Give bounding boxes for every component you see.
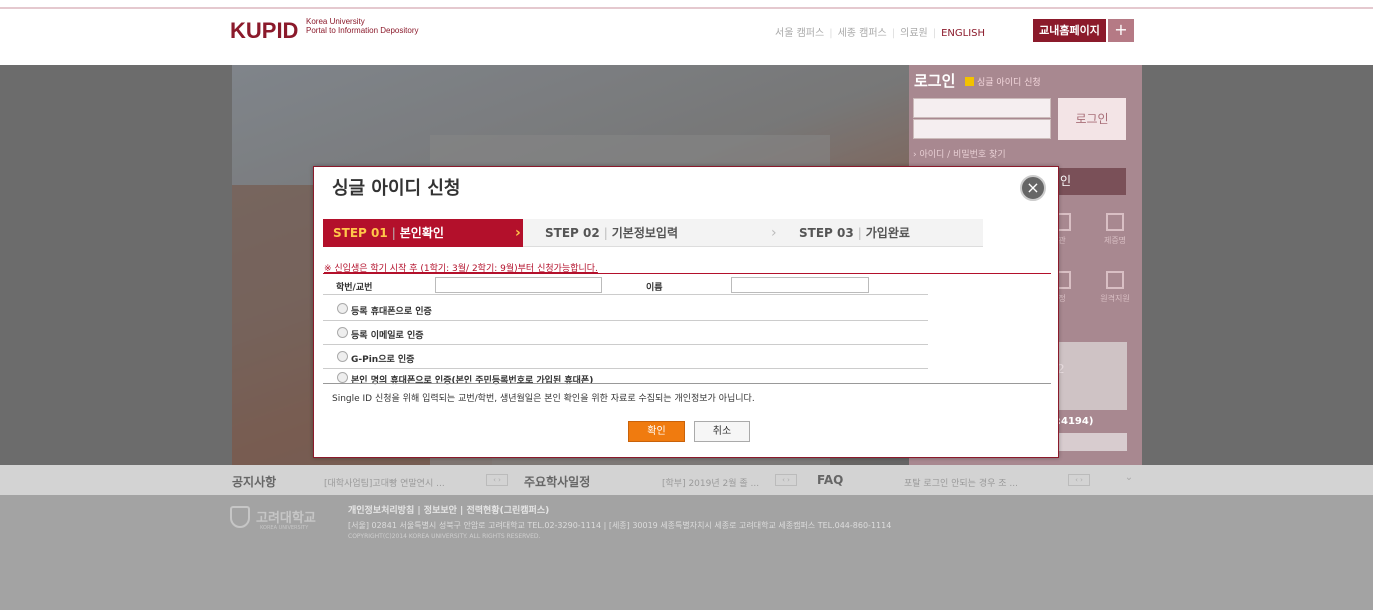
quick-icon-certificate[interactable]: 제증명 bbox=[1095, 213, 1135, 246]
option-gpin-auth-label: G-Pin으로 인증 bbox=[351, 355, 415, 365]
student-id-input[interactable] bbox=[435, 277, 602, 293]
cancel-button[interactable]: 취소 bbox=[694, 421, 750, 442]
panel-action-button[interactable]: 인 bbox=[1050, 168, 1126, 195]
option-email-auth-label: 등록 이메일로 인증 bbox=[351, 331, 424, 341]
privacy-info: Single ID 신청을 위해 입력되는 교번/학번, 생년월일은 본인 확인… bbox=[332, 394, 755, 404]
plus-button[interactable]: + bbox=[1108, 19, 1134, 42]
kupid-logo[interactable]: KUPID bbox=[230, 18, 298, 44]
university-shield-icon bbox=[230, 506, 250, 528]
name-input[interactable] bbox=[731, 277, 869, 293]
modal-title: 싱글 아이디 신청 bbox=[332, 178, 461, 199]
monitor-icon bbox=[1106, 271, 1124, 289]
quick-icon-remote-support[interactable]: 원격지원 bbox=[1095, 271, 1135, 304]
step-arrow-icon: › bbox=[771, 225, 777, 241]
footer-logo-sub: KOREA UNIVERSITY bbox=[260, 525, 309, 531]
login-id-input[interactable] bbox=[913, 98, 1051, 118]
option-own-phone-auth-label: 본인 명의 휴대폰으로 인증(본인 주민등록번호로 가입된 휴대폰) bbox=[351, 376, 594, 386]
close-icon[interactable]: × bbox=[1020, 175, 1046, 201]
footer-copyright: COPYRIGHT(C)2014 KOREA UNIVERSITY. ALL R… bbox=[348, 533, 541, 540]
faq-title[interactable]: FAQ bbox=[817, 473, 843, 487]
radio-own-phone-auth[interactable] bbox=[337, 372, 348, 383]
find-id-password-link[interactable]: › 아이디 / 비밀번호 찾기 bbox=[913, 147, 1006, 160]
option-phone-auth-label: 등록 휴대폰으로 인증 bbox=[351, 307, 432, 317]
faq-text[interactable]: 포탈 로그인 안되는 경우 조 ... bbox=[904, 476, 1018, 489]
step-indicator: STEP 01 | 본인확인 › STEP 02 | 기본정보입력 › STEP 03 |… bbox=[323, 219, 983, 247]
confirm-button[interactable]: 확인 bbox=[628, 421, 685, 442]
step-3-label: 가입완료 bbox=[865, 226, 910, 240]
step-1-label: 본인확인 bbox=[399, 226, 444, 240]
step-2: STEP 02 | 기본정보입력 bbox=[545, 226, 678, 240]
option-own-phone-auth[interactable]: 본인 명의 휴대폰으로 인증(본인 주민등록번호로 가입된 휴대폰) bbox=[323, 369, 928, 393]
option-email-auth[interactable]: 등록 이메일로 인증 bbox=[323, 321, 928, 345]
login-password-input[interactable] bbox=[913, 119, 1051, 139]
footer bbox=[0, 495, 1373, 610]
name-label: 이름 bbox=[646, 283, 663, 293]
nav-medical-center[interactable]: 의료원 bbox=[900, 28, 928, 39]
quick-menu-icons: 관 제증명 정 원격지원 bbox=[1047, 213, 1137, 313]
form-top-divider bbox=[323, 273, 1051, 274]
header bbox=[0, 9, 1373, 65]
single-id-icon bbox=[965, 77, 974, 86]
panel-info-box bbox=[1047, 342, 1127, 410]
single-id-link[interactable]: 싱글 아이디 신청 bbox=[965, 75, 1041, 88]
nav-sejong-campus[interactable]: 세종 캠퍼스 bbox=[838, 28, 887, 39]
single-id-link-label: 싱글 아이디 신청 bbox=[977, 78, 1041, 88]
logo-subtitle-line1: Korea University bbox=[306, 17, 365, 26]
nav-english[interactable]: ENGLISH bbox=[941, 28, 985, 39]
quick-icon-remote-support-label: 원격지원 bbox=[1100, 294, 1130, 303]
login-title: 로그인 bbox=[914, 72, 956, 90]
logo-subtitle: Korea University Portal to Information D… bbox=[306, 17, 419, 35]
panel-phone: :4194) bbox=[1057, 416, 1094, 427]
quick-icon-1-label: 관 bbox=[1058, 236, 1066, 245]
option-phone-auth[interactable]: 등록 휴대폰으로 인증 bbox=[323, 297, 928, 321]
login-button[interactable]: 로그인 bbox=[1058, 98, 1126, 140]
footer-links[interactable]: 개인정보처리방침 | 정보보안 | 전력현황(그린캠퍼스) bbox=[348, 503, 549, 516]
chevron-down-icon[interactable]: ⌄ bbox=[1118, 472, 1140, 488]
radio-email-auth[interactable] bbox=[337, 327, 348, 338]
step-arrow-icon: › bbox=[515, 225, 521, 241]
quick-icon-3-label: 정 bbox=[1058, 294, 1066, 303]
top-nav: 서울 캠퍼스 | 세종 캠퍼스 | 의료원 | ENGLISH bbox=[775, 28, 986, 39]
quick-icon-certificate-label: 제증명 bbox=[1103, 236, 1127, 245]
intranet-homepage-button[interactable]: 교내홈페이지 bbox=[1033, 19, 1106, 42]
form-bottom-divider bbox=[323, 383, 1051, 384]
printer-icon bbox=[1106, 213, 1124, 231]
schedule-title[interactable]: 주요학사일정 bbox=[524, 473, 590, 490]
single-id-modal: 싱글 아이디 신청 × STEP 01 | 본인확인 › STEP 02 | 기본정보입… bbox=[313, 166, 1059, 458]
step-1: STEP 01 | 본인확인 bbox=[323, 219, 523, 247]
faq-arrows[interactable]: ‹ › bbox=[1068, 474, 1090, 486]
step-1-num: STEP 01 bbox=[333, 226, 388, 240]
footer-logo: 고려대학교 bbox=[256, 511, 316, 526]
radio-phone-auth[interactable] bbox=[337, 303, 348, 314]
step-3: STEP 03 | 가입완료 bbox=[799, 226, 910, 240]
logo-subtitle-line2: Portal to Information Depository bbox=[306, 26, 419, 35]
footer-address: [서울] 02841 서울특별시 성북구 안암로 고려대학교 TEL.02-32… bbox=[348, 521, 892, 530]
step-2-num: STEP 02 bbox=[545, 226, 600, 240]
step-2-label: 기본정보입력 bbox=[611, 226, 678, 240]
student-id-label: 학번/교번 bbox=[336, 283, 373, 293]
radio-gpin-auth[interactable] bbox=[337, 351, 348, 362]
schedule-text[interactable]: [학부] 2019년 2월 졸 ... bbox=[662, 476, 759, 489]
option-gpin-auth[interactable]: G-Pin으로 인증 bbox=[323, 345, 928, 369]
panel-bar bbox=[1047, 433, 1127, 451]
notice-text[interactable]: [대학사업팀]고대빵 연말연시 ... bbox=[324, 476, 445, 489]
step-3-num: STEP 03 bbox=[799, 226, 854, 240]
notice-title[interactable]: 공지사항 bbox=[232, 473, 276, 490]
nav-seoul-campus[interactable]: 서울 캠퍼스 bbox=[775, 28, 824, 39]
schedule-arrows[interactable]: ‹ › bbox=[775, 474, 797, 486]
notice-arrows[interactable]: ‹ › bbox=[486, 474, 508, 486]
